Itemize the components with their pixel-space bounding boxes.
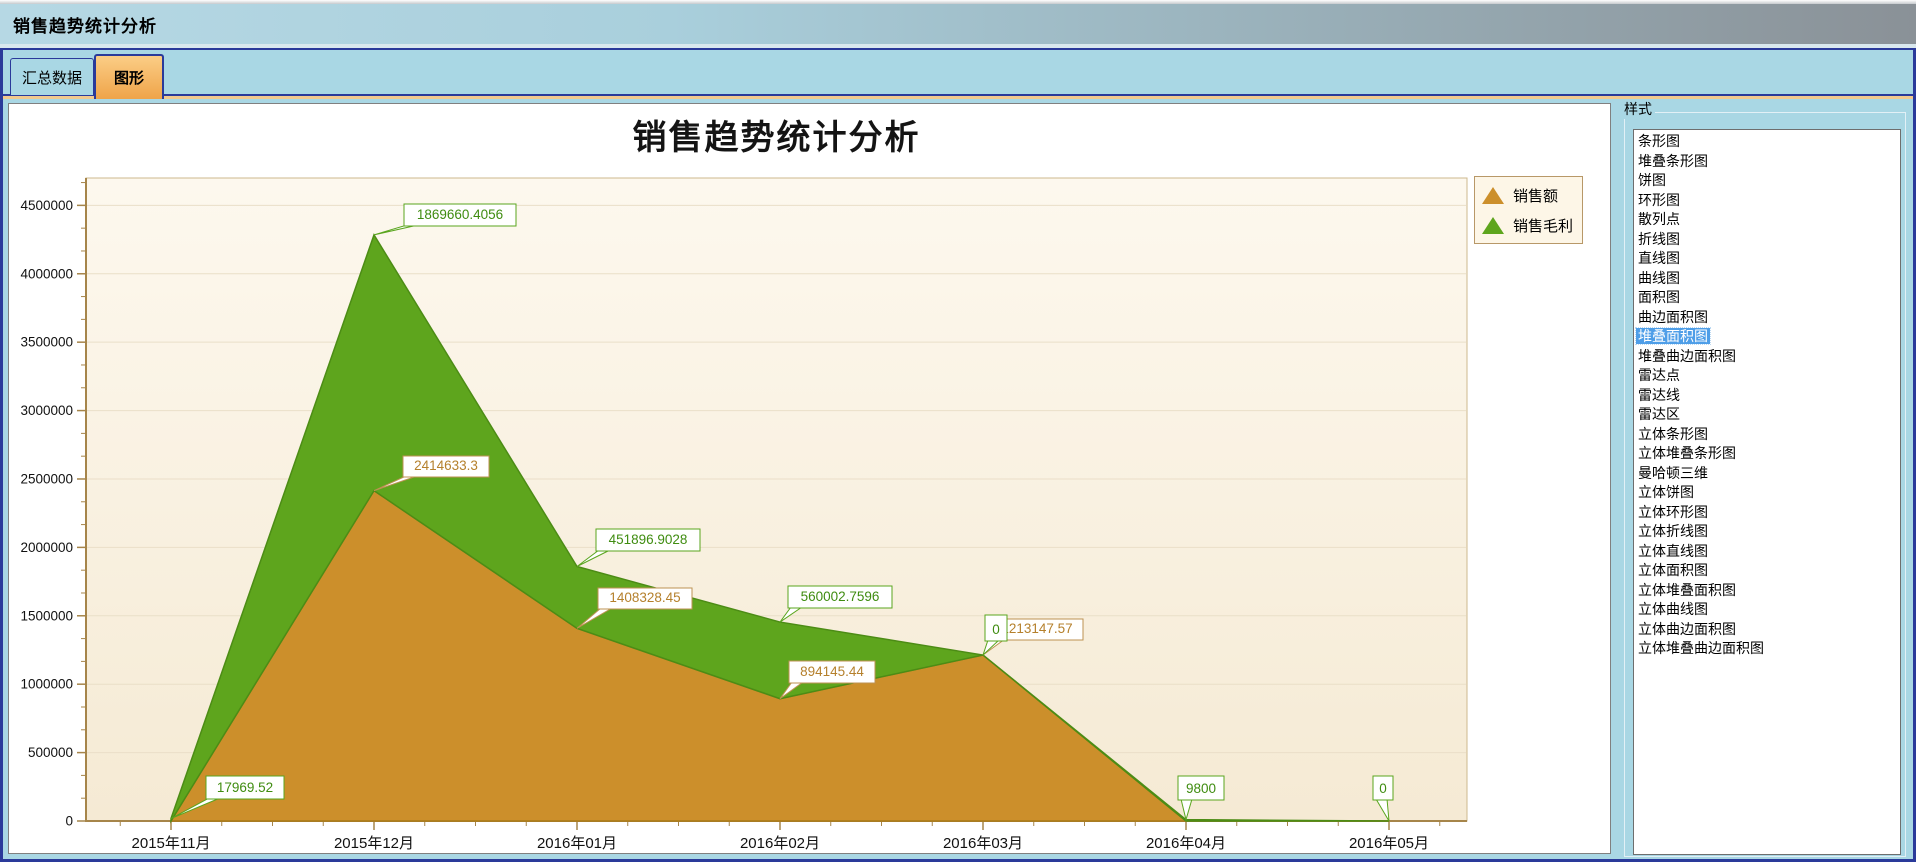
svg-text:3500000: 3500000 — [20, 335, 73, 350]
style-option[interactable]: 立体折线图 — [1636, 522, 1900, 542]
style-option[interactable]: 立体面积图 — [1636, 561, 1900, 581]
style-option[interactable]: 曲线图 — [1636, 269, 1900, 289]
svg-text:9800: 9800 — [1186, 781, 1216, 796]
chart-panel: 销售趋势统计分析 0500000100000015000002000000250… — [8, 103, 1611, 854]
style-option[interactable]: 面积图 — [1636, 288, 1900, 308]
svg-text:1213147.57: 1213147.57 — [1001, 621, 1072, 636]
style-listbox[interactable]: 条形图堆叠条形图饼图环形图散列点折线图直线图曲线图面积图曲边面积图堆叠面积图堆叠… — [1633, 129, 1901, 855]
chart-svg: 0 500000 1000000 1500000 2000000 2500000 30000… — [9, 104, 1610, 853]
style-option[interactable]: 折线图 — [1636, 230, 1900, 250]
style-option[interactable]: 立体曲边面积图 — [1636, 620, 1900, 640]
svg-text:451896.9028: 451896.9028 — [609, 532, 688, 547]
legend-triangle-icon — [1482, 187, 1504, 204]
style-option[interactable]: 立体曲线图 — [1636, 600, 1900, 620]
legend-item: 销售额 — [1482, 183, 1573, 207]
svg-text:4500000: 4500000 — [20, 198, 73, 213]
svg-text:2016年04月: 2016年04月 — [1146, 835, 1226, 852]
svg-text:0: 0 — [65, 814, 73, 829]
svg-text:2016年03月: 2016年03月 — [943, 835, 1023, 852]
svg-text:2015年11月: 2015年11月 — [132, 835, 211, 852]
svg-text:500000: 500000 — [28, 745, 73, 760]
style-option[interactable]: 雷达区 — [1636, 405, 1900, 425]
svg-text:3000000: 3000000 — [20, 403, 73, 418]
svg-text:560002.7596: 560002.7596 — [801, 589, 880, 604]
svg-text:1000000: 1000000 — [20, 677, 73, 692]
style-option[interactable]: 散列点 — [1636, 210, 1900, 230]
legend-triangle-icon — [1482, 217, 1504, 234]
style-option[interactable]: 雷达线 — [1636, 386, 1900, 406]
svg-text:2016年01月: 2016年01月 — [537, 835, 617, 852]
svg-text:894145.44: 894145.44 — [800, 664, 864, 679]
svg-text:2015年12月: 2015年12月 — [334, 835, 414, 852]
style-option[interactable]: 雷达点 — [1636, 366, 1900, 386]
legend-item: 销售毛利 — [1482, 213, 1573, 237]
style-option[interactable]: 堆叠曲边面积图 — [1636, 347, 1900, 367]
legend-label: 销售额 — [1513, 185, 1558, 206]
svg-text:0: 0 — [1379, 781, 1387, 796]
style-option[interactable]: 立体堆叠曲边面积图 — [1636, 639, 1900, 659]
svg-text:2500000: 2500000 — [20, 471, 73, 486]
tab-summary-data-label: 汇总数据 — [22, 67, 82, 88]
style-option[interactable]: 立体条形图 — [1636, 425, 1900, 445]
y-axis-ticks: 0 500000 1000000 1500000 2000000 2500000 30000… — [20, 183, 86, 829]
tab-graph-label: 图形 — [114, 67, 144, 88]
svg-text:1500000: 1500000 — [20, 608, 73, 623]
tab-summary-data[interactable]: 汇总数据 — [10, 58, 94, 95]
legend: 销售额销售毛利 — [1474, 176, 1583, 244]
legend-label: 销售毛利 — [1513, 215, 1573, 236]
style-option[interactable]: 饼图 — [1636, 171, 1900, 191]
style-option[interactable]: 立体堆叠面积图 — [1636, 581, 1900, 601]
svg-text:0: 0 — [992, 622, 1000, 637]
style-option[interactable]: 立体饼图 — [1636, 483, 1900, 503]
style-option[interactable]: 立体环形图 — [1636, 503, 1900, 523]
style-panel-title: 样式 — [1621, 99, 1655, 119]
style-option[interactable]: 曲边面积图 — [1636, 308, 1900, 328]
svg-text:1408328.45: 1408328.45 — [609, 590, 680, 605]
svg-text:17969.52: 17969.52 — [217, 780, 273, 795]
svg-text:2016年02月: 2016年02月 — [740, 835, 820, 852]
style-option[interactable]: 立体直线图 — [1636, 542, 1900, 562]
svg-text:2414633.3: 2414633.3 — [414, 458, 478, 473]
svg-text:2016年05月: 2016年05月 — [1349, 835, 1429, 852]
svg-text:4000000: 4000000 — [20, 266, 73, 281]
style-option[interactable]: 条形图 — [1636, 132, 1900, 152]
window-title: 销售趋势统计分析 — [13, 12, 157, 37]
style-option[interactable]: 立体堆叠条形图 — [1636, 444, 1900, 464]
svg-text:2000000: 2000000 — [20, 540, 73, 555]
x-axis-ticks: 2015年11月 2015年12月 2016年01月 2016年02月 2016年03月… — [120, 821, 1440, 852]
style-option[interactable]: 直线图 — [1636, 249, 1900, 269]
window-titlebar: 销售趋势统计分析 — [0, 4, 1916, 44]
style-option[interactable]: 曼哈顿三维 — [1636, 464, 1900, 484]
style-option[interactable]: 环形图 — [1636, 191, 1900, 211]
svg-text:1869660.4056: 1869660.4056 — [417, 207, 503, 222]
style-option[interactable]: 堆叠面积图 — [1636, 327, 1900, 347]
tab-graph[interactable]: 图形 — [94, 54, 164, 99]
style-option[interactable]: 堆叠条形图 — [1636, 152, 1900, 172]
